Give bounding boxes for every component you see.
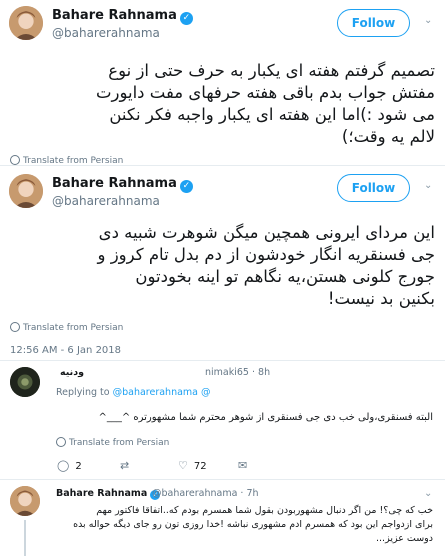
direct-message-action[interactable]: ✉ [238, 459, 253, 472]
avatar[interactable] [10, 486, 40, 516]
reply-count: 2 [75, 461, 82, 472]
display-name[interactable]: Bahare Rahnama ✓ [56, 488, 161, 500]
tweet-text-line: مفتش جواب بدم باقی هفته حرفهای مفت دایور… [95, 83, 435, 102]
reply-card-1: ودنیه nimaki65 · 8h Replying to @baharer… [0, 360, 445, 480]
translate-label: Translate from Persian [23, 156, 124, 166]
profile-photo-icon [10, 486, 40, 516]
tweet-text-line: این مردای ایرونی همچین میگن شوهرت شبیه د… [98, 223, 435, 242]
display-name-text: Bahare Rahnama [52, 8, 177, 23]
translate-link[interactable]: Translate from Persian [56, 437, 169, 448]
tweet-timestamp[interactable]: 12:56 AM - 6 Jan 2018 [10, 345, 121, 356]
verified-badge-icon: ✓ [179, 180, 193, 193]
tweet-text-line: لالم یه وقت؛) [341, 127, 435, 146]
tweet-text-line: می شود :)اما این هفته ای یکبار واجبه فکر… [109, 105, 435, 124]
translate-label: Translate from Persian [69, 438, 170, 448]
reply-text-line: خب که چی؟! من اگر دنبال مشهوربودن بقول ش… [96, 505, 433, 516]
translate-link[interactable]: Translate from Persian [10, 322, 123, 333]
handle-and-time[interactable]: nimaki65 · 8h [205, 367, 270, 378]
globe-icon [10, 322, 20, 332]
globe-icon [10, 155, 20, 165]
retweet-action[interactable]: ⇄ [120, 459, 135, 472]
reply-icon: ◯ [57, 459, 70, 472]
tweet-card-2: Bahare Rahnama ✓ @baharerahnama Follow ⌄ … [0, 168, 445, 360]
display-name[interactable]: Bahare Rahnama ✓ [52, 8, 193, 25]
tweet-text-line: بکنین بد نیست! [327, 289, 435, 308]
verified-badge-icon: ✓ [179, 12, 193, 25]
avatar[interactable] [9, 174, 43, 208]
like-action[interactable]: ♡ 72 [178, 459, 207, 472]
avatar[interactable] [10, 367, 40, 397]
profile-photo-icon [9, 6, 43, 40]
display-name-text: Bahare Rahnama [56, 488, 148, 499]
reply-card-2: Bahare Rahnama ✓ @baharerahnama · 7h ⌄ خب… [0, 482, 445, 556]
display-name[interactable]: Bahare Rahnama ✓ [52, 176, 193, 193]
chevron-down-icon[interactable]: ⌄ [424, 488, 432, 499]
like-count: 72 [193, 461, 207, 472]
replying-to: Replying to @baharerahnama @ [56, 387, 211, 398]
chevron-down-icon[interactable]: ⌄ [424, 180, 432, 191]
reply-text-line: البته فسنقری،ولی خب دی جی فسنقری از شوهر… [98, 412, 433, 423]
reply-text-line: دوست عزیز... [376, 533, 433, 544]
chevron-down-icon[interactable]: ⌄ [424, 15, 432, 26]
user-handle[interactable]: @baharerahnama [52, 26, 160, 40]
follow-button[interactable]: Follow [337, 9, 410, 37]
tweet-text-line: تصمیم گرفتم هفته ای یکبار به حرف حتی از … [108, 61, 435, 80]
reply-text-line: برای ازدواجم این بود که همسرم ادم مشهوری… [73, 519, 433, 530]
follow-button[interactable]: Follow [337, 174, 410, 202]
retweet-icon: ⇄ [120, 459, 130, 472]
profile-photo-icon [9, 174, 43, 208]
tweet-text-line: جورج کلونی هستن،یه نگاهم تو اینه بخودتون [135, 267, 435, 286]
tweet-card-1: Bahare Rahnama ✓ @baharerahnama Follow ⌄ … [0, 0, 445, 166]
user-handle[interactable]: @baharerahnama [52, 194, 160, 208]
globe-icon [56, 437, 66, 447]
mention-link[interactable]: @ [201, 387, 211, 398]
avatar[interactable] [9, 6, 43, 40]
envelope-icon: ✉ [238, 459, 248, 472]
handle-and-time[interactable]: @baharerahnama · 7h [152, 488, 259, 499]
tweet-text-line: جی فسنقریه انگار خودشون از دم بدل تام کر… [97, 245, 435, 264]
display-name[interactable]: ودنیه [60, 367, 84, 378]
profile-photo-icon [10, 367, 40, 397]
mention-link[interactable]: @baharerahnama [113, 387, 198, 398]
reply-action[interactable]: ◯ 2 [57, 459, 82, 472]
translate-link[interactable]: Translate from Persian [10, 155, 124, 166]
replying-prefix: Replying to [56, 387, 110, 398]
display-name-text: Bahare Rahnama [52, 176, 177, 191]
heart-icon: ♡ [178, 459, 188, 472]
thread-line [24, 520, 26, 556]
translate-label: Translate from Persian [23, 323, 124, 333]
